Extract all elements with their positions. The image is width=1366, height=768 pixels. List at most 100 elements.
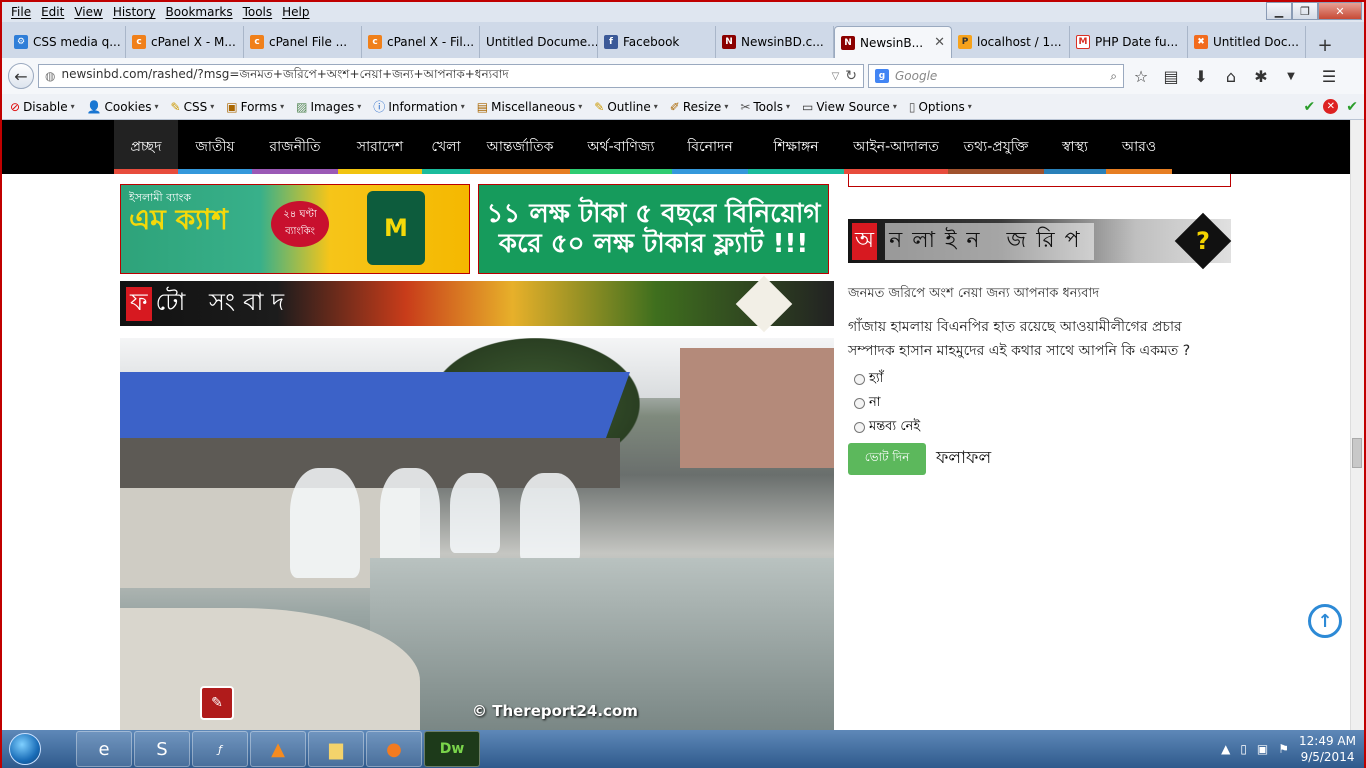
tab-newsinbd-1[interactable]: N NewsinBD.c... — [716, 26, 834, 58]
vlc-icon[interactable]: ▲ — [250, 731, 306, 767]
poll-option-no[interactable]: না — [848, 391, 1228, 415]
dev-miscellaneous[interactable]: ▤ Miscellaneous ▾ — [471, 100, 589, 114]
radio-button[interactable] — [854, 373, 865, 385]
tab-untitled-2[interactable]: ✖ Untitled Doc... — [1188, 26, 1306, 58]
clock[interactable]: 12:49 AM 9/5/2014 — [1299, 733, 1356, 765]
source-icon: ▭ — [801, 99, 814, 114]
search-input[interactable]: Google — [895, 69, 1104, 83]
dev-css[interactable]: ✎ CSS ▾ — [165, 100, 221, 114]
nav-item-11[interactable]: স্বাস্থ্য — [1044, 120, 1106, 174]
poll-option-no-comment[interactable]: মন্তব্য নেই — [848, 415, 1228, 439]
menu-file[interactable]: File — [6, 5, 36, 19]
download-icon[interactable]: ⬇ — [1188, 63, 1214, 89]
hamburger-menu-icon[interactable]: ☰ — [1316, 63, 1342, 89]
dev-cookies[interactable]: 👤 Cookies ▾ — [81, 100, 165, 114]
result-link[interactable]: ফলাফল — [936, 445, 991, 473]
bookmark-star-icon[interactable]: ☆ — [1128, 63, 1154, 89]
menu-edit[interactable]: Edit — [36, 5, 69, 19]
device-icon[interactable]: ▯ — [1240, 742, 1247, 756]
nav-item-3[interactable]: সারাদেশ — [338, 120, 422, 174]
nav-item-1[interactable]: জাতীয় — [178, 120, 252, 174]
nav-item-4[interactable]: খেলা — [422, 120, 470, 174]
reload-icon[interactable]: ↻ — [845, 68, 857, 84]
poll-option-yes[interactable]: হ্যাঁ — [848, 367, 1228, 391]
scrollbar-thumb[interactable] — [1352, 438, 1362, 468]
search-icon[interactable]: ⌕ — [1110, 69, 1117, 84]
nav-item-label: আন্তর্জাতিক — [486, 139, 554, 155]
check-green-icon[interactable]: ✔ — [1304, 99, 1316, 115]
nav-item-7[interactable]: বিনোদন — [672, 120, 748, 174]
minimize-button[interactable]: ▁ — [1266, 2, 1292, 20]
radio-button[interactable] — [854, 397, 865, 409]
dev-disable[interactable]: ⊘ Disable ▾ — [4, 100, 81, 114]
nav-item-5[interactable]: আন্তর্জাতিক — [470, 120, 570, 174]
addon-icon[interactable]: ✱ — [1248, 63, 1274, 89]
home-icon[interactable]: ⌂ — [1218, 63, 1244, 89]
newsinbd-icon: N — [722, 35, 736, 49]
dev-options[interactable]: ▯ Options ▾ — [903, 100, 978, 114]
nav-color-stripe — [570, 169, 672, 174]
error-red-icon[interactable]: ✕ — [1323, 98, 1339, 114]
url-bar[interactable]: ◍ newsinbd.com/rashed/?msg=জনমত+জরিপে+অং… — [38, 64, 864, 88]
tab-newsinbd-active[interactable]: N NewsinB... ✕ — [834, 26, 952, 58]
page-scrollbar[interactable] — [1350, 120, 1364, 730]
maximize-button[interactable]: ❐ — [1292, 2, 1318, 20]
tab-untitled-1[interactable]: Untitled Docume... — [480, 26, 598, 58]
nav-item-2[interactable]: রাজনীতি — [252, 120, 338, 174]
check-green-icon[interactable]: ✔ — [1346, 99, 1358, 115]
chevron-down-icon[interactable]: ▼ — [1278, 63, 1304, 89]
scroll-to-top-button[interactable]: ↑ — [1308, 604, 1342, 638]
nav-item-0[interactable]: প্রচ্ছদ — [114, 120, 178, 174]
menu-help[interactable]: Help — [277, 5, 314, 19]
dev-information[interactable]: ⓘ Information ▾ — [367, 98, 471, 115]
firefox-icon[interactable]: ● — [366, 731, 422, 767]
skype-icon[interactable]: S — [134, 731, 190, 767]
explorer-icon[interactable]: ▆ — [308, 731, 364, 767]
dev-tools[interactable]: ✂ Tools ▾ — [734, 100, 796, 114]
news-photo[interactable]: ✎ © Thereport24.com — [120, 338, 834, 730]
tab-css-media[interactable]: ⚙ CSS media q... — [8, 26, 126, 58]
start-button[interactable] — [2, 730, 48, 768]
nav-item-8[interactable]: শিক্ষাঙ্গন — [748, 120, 844, 174]
camera-logo-icon — [735, 275, 793, 332]
back-arrow-icon[interactable]: ← — [8, 63, 34, 89]
url-dropdown-icon[interactable]: ▽ — [832, 71, 840, 82]
flash-icon[interactable]: ƒ — [192, 731, 248, 767]
menu-bookmarks[interactable]: Bookmarks — [161, 5, 238, 19]
dev-images[interactable]: ▨ Images ▾ — [290, 100, 367, 114]
reading-list-icon[interactable]: ▤ — [1158, 63, 1184, 89]
menu-view[interactable]: View — [69, 5, 107, 19]
window-controls: ▁ ❐ ✕ — [1266, 2, 1362, 20]
nav-item-9[interactable]: আইন-আদালত — [844, 120, 948, 174]
dev-resize[interactable]: ✐ Resize ▾ — [664, 100, 735, 114]
search-box[interactable]: g Google ⌕ — [868, 64, 1124, 88]
dev-view-source[interactable]: ▭ View Source ▾ — [796, 100, 903, 114]
tab-php-date[interactable]: M PHP Date fu... — [1070, 26, 1188, 58]
url-text[interactable]: newsinbd.com/rashed/?msg=জনমত+জরিপে+অংশ+… — [61, 66, 825, 86]
ad-mcash-banner[interactable]: ইসলামী ব্যাংক এম ক্যাশ ২৪ ঘণ্টা ব্যাংকিং… — [120, 184, 470, 274]
new-tab-icon[interactable]: + — [1312, 32, 1338, 58]
flag-icon[interactable]: ⚑ — [1278, 742, 1289, 756]
dev-forms[interactable]: ▣ Forms ▾ — [220, 100, 290, 114]
menu-tools[interactable]: Tools — [238, 5, 278, 19]
close-window-button[interactable]: ✕ — [1318, 2, 1362, 20]
dev-outline[interactable]: ✎ Outline ▾ — [588, 100, 664, 114]
tray-expand-icon[interactable]: ▲ — [1221, 742, 1230, 756]
nav-item-12[interactable]: আরও — [1106, 120, 1172, 174]
network-icon[interactable]: ▣ — [1257, 742, 1268, 756]
ad-flat-banner[interactable]: ১১ লক্ষ টাকা ৫ বছরে বিনিয়োগ করে ৫০ লক্ষ… — [478, 184, 829, 274]
nav-item-10[interactable]: তথ্য-প্রযুক্তি — [948, 120, 1044, 174]
ie-icon[interactable]: e — [76, 731, 132, 767]
tab-cpanel-1[interactable]: c cPanel X - M... — [126, 26, 244, 58]
tab-facebook[interactable]: f Facebook — [598, 26, 716, 58]
close-tab-icon[interactable]: ✕ — [934, 35, 945, 50]
nav-item-6[interactable]: অর্থ-বাণিজ্য — [570, 120, 672, 174]
dreamweaver-icon[interactable]: Dw — [424, 731, 480, 767]
vote-button[interactable]: ভোট দিন — [848, 443, 926, 475]
tab-phpmyadmin[interactable]: Plocalhost / 1... — [952, 26, 1070, 58]
tab-cpanel-2[interactable]: c cPanel File ... — [244, 26, 362, 58]
menu-history[interactable]: History — [108, 5, 161, 19]
nav-item-label: শিক্ষাঙ্গন — [773, 139, 819, 155]
radio-button[interactable] — [854, 421, 865, 433]
tab-cpanel-3[interactable]: c cPanel X - Fil... — [362, 26, 480, 58]
